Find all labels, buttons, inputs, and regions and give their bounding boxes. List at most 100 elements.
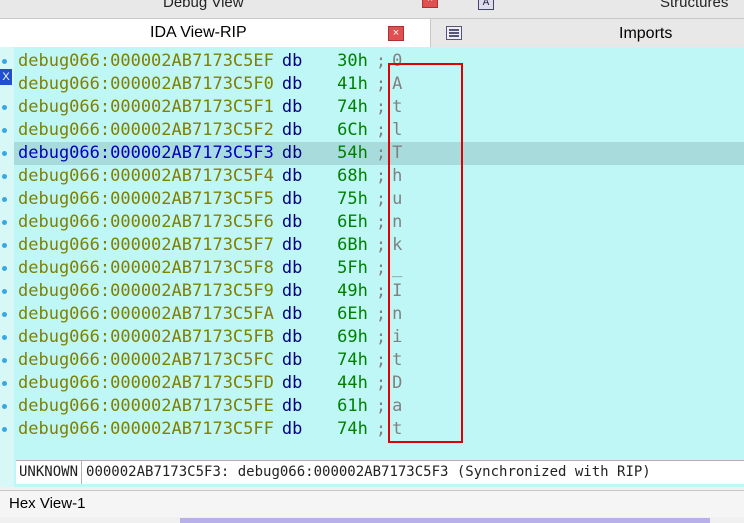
listing-line[interactable]: debug066:000002AB7173C5F7 db 6Bh; k [18,234,402,257]
mnemonic: db [281,74,303,94]
byte-value[interactable]: 74h [328,96,368,119]
breakpoint-dot[interactable] [2,404,7,409]
address[interactable]: debug066:000002AB7173C5F2 [18,120,274,140]
listing-line[interactable]: debug066:000002AB7173C5F9 db 49h; I [18,280,402,303]
listing-line[interactable]: debug066:000002AB7173C5F1 db 74h; t [18,96,402,119]
top-tab-strip: Debug View × A Structures [0,0,744,19]
byte-value[interactable]: 49h [328,280,368,303]
address[interactable]: debug066:000002AB7173C5F8 [18,258,274,278]
address[interactable]: debug066:000002AB7173C5FF [18,419,274,439]
byte-value[interactable]: 6Eh [328,303,368,326]
address[interactable]: debug066:000002AB7173C5F7 [18,235,274,255]
tab-hex-view[interactable]: Hex View-1 [9,495,85,512]
address[interactable]: debug066:000002AB7173C5FB [18,327,274,347]
breakpoint-dot[interactable] [2,128,7,133]
address[interactable]: debug066:000002AB7173C5F1 [18,97,274,117]
breakpoint-dot[interactable] [2,197,7,202]
listing-line[interactable]: debug066:000002AB7173C5FD db 44h; D [18,372,402,395]
comment-separator: ; [375,350,387,370]
breakpoint-dot[interactable] [2,266,7,271]
structures-icon: A [478,0,494,10]
listing-line[interactable]: debug066:000002AB7173C5EF db 30h; 0 [18,50,402,73]
address[interactable]: debug066:000002AB7173C5EF [18,51,274,71]
mnemonic: db [281,304,303,324]
listing-line[interactable]: debug066:000002AB7173C5F4 db 68h; h [18,165,402,188]
breakpoint-dot[interactable] [2,243,7,248]
breakpoint-dot[interactable] [2,381,7,386]
byte-value[interactable]: 74h [328,349,368,372]
listing-line[interactable]: debug066:000002AB7173C5F5 db 75h; u [18,188,402,211]
address[interactable]: debug066:000002AB7173C5F4 [18,166,274,186]
comment-separator: ; [375,327,387,347]
comment-separator: ; [375,189,387,209]
breakpoint-dot[interactable] [2,358,7,363]
listing-line[interactable]: debug066:000002AB7173C5F2 db 6Ch; l [18,119,402,142]
breakpoint-dot[interactable] [2,427,7,432]
mnemonic: db [281,212,303,232]
tab-debug-view[interactable]: Debug View [163,0,244,11]
listing-line[interactable]: debug066:000002AB7173C5FA db 6Eh; n [18,303,402,326]
mnemonic: db [281,350,303,370]
segment-type: UNKNOWN [16,461,83,484]
address[interactable]: debug066:000002AB7173C5F5 [18,189,274,209]
address[interactable]: debug066:000002AB7173C5FE [18,396,274,416]
byte-value[interactable]: 6Eh [328,211,368,234]
byte-value[interactable]: 75h [328,188,368,211]
breakpoint-dot[interactable] [2,59,7,64]
listing-line[interactable]: debug066:000002AB7173C5FF db 74h; t [18,418,402,441]
address[interactable]: debug066:000002AB7173C5FA [18,304,274,324]
close-tab-icon[interactable]: × [388,26,404,41]
listing-line[interactable]: debug066:000002AB7173C5F3 db 54h; T [18,142,402,165]
comment-separator: ; [375,304,387,324]
imports-icon [446,26,462,40]
listing-line[interactable]: debug066:000002AB7173C5F0 db 41h; A [18,73,402,96]
address[interactable]: debug066:000002AB7173C5F9 [18,281,274,301]
listing-line[interactable]: debug066:000002AB7173C5FC db 74h; t [18,349,402,372]
listing-line[interactable]: debug066:000002AB7173C5FB db 69h; i [18,326,402,349]
breakpoint-dot[interactable] [2,335,7,340]
breakpoint-dot[interactable] [2,312,7,317]
annotation-box [388,63,463,443]
current-instruction-marker: X [0,69,12,85]
byte-value[interactable]: 61h [328,395,368,418]
byte-value[interactable]: 69h [328,326,368,349]
comment-separator: ; [375,396,387,416]
mnemonic: db [281,396,303,416]
breakpoint-dot[interactable] [2,105,7,110]
breakpoint-dot[interactable] [2,151,7,156]
address[interactable]: debug066:000002AB7173C5F0 [18,74,274,94]
listing-line[interactable]: debug066:000002AB7173C5F8 db 5Fh; _ [18,257,402,280]
mnemonic: db [281,166,303,186]
address[interactable]: debug066:000002AB7173C5FC [18,350,274,370]
byte-value[interactable]: 6Ch [328,119,368,142]
byte-value[interactable]: 44h [328,372,368,395]
breakpoint-dot[interactable] [2,220,7,225]
byte-value[interactable]: 54h [328,142,368,165]
tab-ida-view-rip[interactable]: IDA View-RIP × [0,19,431,47]
byte-value[interactable]: 6Bh [328,234,368,257]
byte-value[interactable]: 30h [328,50,368,73]
comment-separator: ; [375,235,387,255]
byte-value[interactable]: 41h [328,73,368,96]
mnemonic: db [281,281,303,301]
address[interactable]: debug066:000002AB7173C5F3 [18,143,274,163]
byte-value[interactable]: 5Fh [328,257,368,280]
tab-structures[interactable]: Structures [660,0,728,11]
breakpoint-gutter[interactable]: X [0,47,14,487]
listing-line[interactable]: debug066:000002AB7173C5FE db 61h; a [18,395,402,418]
tab-imports[interactable]: Imports [431,19,744,47]
comment-separator: ; [375,258,387,278]
status-line: UNKNOWN 000002AB7173C5F3: debug066:000002… [16,460,744,484]
disassembly-view[interactable]: X debug066:000002AB7173C5EF db 30h; 0 debug0… [0,47,744,487]
breakpoint-dot[interactable] [2,289,7,294]
byte-value[interactable]: 74h [328,418,368,441]
listing-line[interactable]: debug066:000002AB7173C5F6 db 6Eh; n [18,211,402,234]
horizontal-scrollbar-thumb[interactable] [180,518,710,523]
mnemonic: db [281,327,303,347]
byte-value[interactable]: 68h [328,165,368,188]
address[interactable]: debug066:000002AB7173C5F6 [18,212,274,232]
tab-label: IDA View-RIP [150,24,247,41]
breakpoint-dot[interactable] [2,174,7,179]
close-icon[interactable]: × [422,0,438,8]
address[interactable]: debug066:000002AB7173C5FD [18,373,274,393]
